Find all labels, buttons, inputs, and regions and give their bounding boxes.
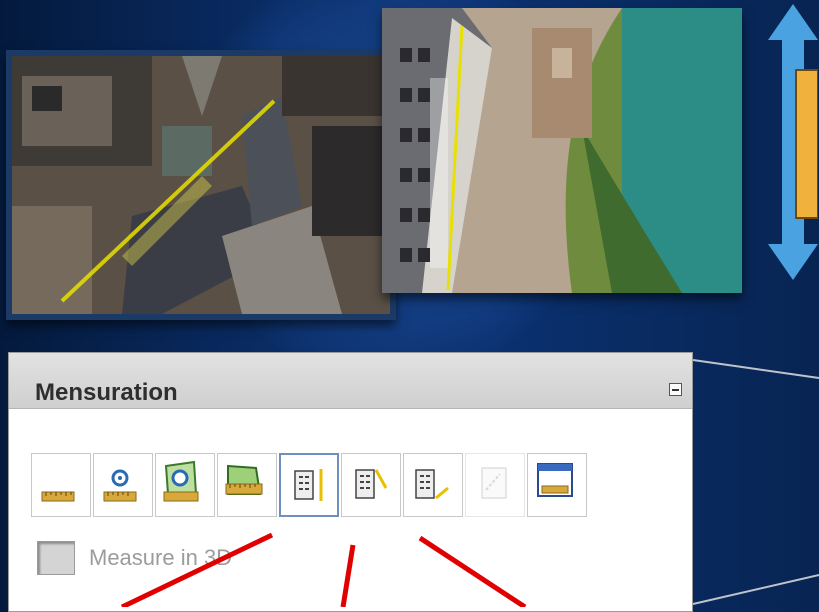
red-callout-lines <box>120 532 527 607</box>
